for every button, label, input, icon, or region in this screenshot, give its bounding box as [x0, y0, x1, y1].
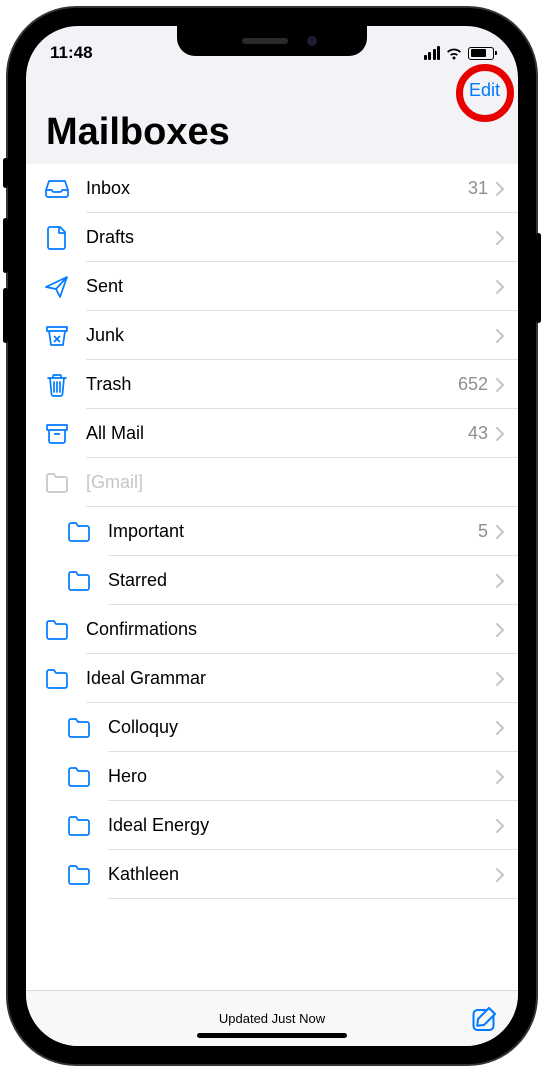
mailbox-row-trash[interactable]: Trash652	[26, 360, 518, 409]
mailbox-label: Ideal Grammar	[86, 668, 496, 689]
mailbox-row-important[interactable]: Important5	[26, 507, 518, 556]
compose-button[interactable]	[472, 1006, 498, 1032]
mailbox-count: 31	[468, 178, 488, 199]
mailbox-label: Inbox	[86, 178, 468, 199]
chevron-right-icon	[496, 623, 504, 637]
inbox-icon	[44, 176, 70, 202]
mailbox-row-starred[interactable]: Starred	[26, 556, 518, 605]
mailbox-label: Colloquy	[108, 717, 496, 738]
mailbox-row-ideal-grammar[interactable]: Ideal Grammar	[26, 654, 518, 703]
mailbox-list: Inbox31DraftsSentJunkTrash652All Mail43[…	[26, 164, 518, 990]
signal-icon	[424, 46, 441, 60]
wifi-icon	[445, 47, 463, 60]
nav-bar: Edit	[26, 70, 518, 107]
mailbox-label: Drafts	[86, 227, 496, 248]
mailbox-label: Hero	[108, 766, 496, 787]
chevron-right-icon	[496, 868, 504, 882]
mailbox-label: Confirmations	[86, 619, 496, 640]
mailbox-row-junk[interactable]: Junk	[26, 311, 518, 360]
home-indicator	[197, 1033, 347, 1038]
chevron-right-icon	[496, 574, 504, 588]
screen: 11:48 Edit Mailboxes Inbox31 Drafts Sent Ju…	[26, 26, 518, 1046]
folder-icon	[66, 813, 92, 839]
chevron-right-icon	[496, 672, 504, 686]
folder-gray-icon	[44, 470, 70, 496]
chevron-right-icon	[496, 378, 504, 392]
folder-icon	[66, 715, 92, 741]
mailbox-label: Important	[108, 521, 478, 542]
chevron-right-icon	[496, 280, 504, 294]
mailbox-label: Sent	[86, 276, 496, 297]
draft-icon	[44, 225, 70, 251]
chevron-right-icon	[496, 770, 504, 784]
archive-icon	[44, 421, 70, 447]
chevron-right-icon	[496, 231, 504, 245]
mailbox-count: 652	[458, 374, 488, 395]
chevron-right-icon	[496, 819, 504, 833]
chevron-right-icon	[496, 427, 504, 441]
phone-frame: 11:48 Edit Mailboxes Inbox31 Drafts Sent Ju…	[8, 8, 536, 1064]
mailbox-row-hero[interactable]: Hero	[26, 752, 518, 801]
mailbox-count: 43	[468, 423, 488, 444]
mailbox-row-kathleen[interactable]: Kathleen	[26, 850, 518, 899]
mailbox-count: 5	[478, 521, 488, 542]
mailbox-row-sent[interactable]: Sent	[26, 262, 518, 311]
chevron-right-icon	[496, 182, 504, 196]
folder-icon	[44, 666, 70, 692]
toolbar-status: Updated Just Now	[219, 1011, 325, 1026]
folder-icon	[44, 617, 70, 643]
mailbox-label: Kathleen	[108, 864, 496, 885]
junk-icon	[44, 323, 70, 349]
folder-icon	[66, 764, 92, 790]
chevron-right-icon	[496, 721, 504, 735]
folder-icon	[66, 568, 92, 594]
trash-icon	[44, 372, 70, 398]
chevron-right-icon	[496, 525, 504, 539]
chevron-right-icon	[496, 329, 504, 343]
compose-icon	[472, 1006, 498, 1032]
mailbox-row--gmail-: [Gmail]	[26, 458, 518, 507]
mailbox-label: Starred	[108, 570, 496, 591]
notch	[177, 26, 367, 56]
mailbox-label: All Mail	[86, 423, 468, 444]
battery-icon	[468, 47, 494, 60]
mailbox-row-confirmations[interactable]: Confirmations	[26, 605, 518, 654]
mailbox-row-drafts[interactable]: Drafts	[26, 213, 518, 262]
page-title: Mailboxes	[26, 107, 518, 164]
edit-button[interactable]: Edit	[469, 80, 500, 101]
sent-icon	[44, 274, 70, 300]
status-time: 11:48	[50, 43, 93, 63]
mailbox-label: Ideal Energy	[108, 815, 496, 836]
mailbox-row-inbox[interactable]: Inbox31	[26, 164, 518, 213]
mailbox-row-ideal-energy[interactable]: Ideal Energy	[26, 801, 518, 850]
mailbox-row-colloquy[interactable]: Colloquy	[26, 703, 518, 752]
mailbox-label: Trash	[86, 374, 458, 395]
mailbox-label: Junk	[86, 325, 496, 346]
folder-icon	[66, 519, 92, 545]
folder-icon	[66, 862, 92, 888]
mailbox-label: [Gmail]	[86, 472, 504, 493]
mailbox-row-all-mail[interactable]: All Mail43	[26, 409, 518, 458]
